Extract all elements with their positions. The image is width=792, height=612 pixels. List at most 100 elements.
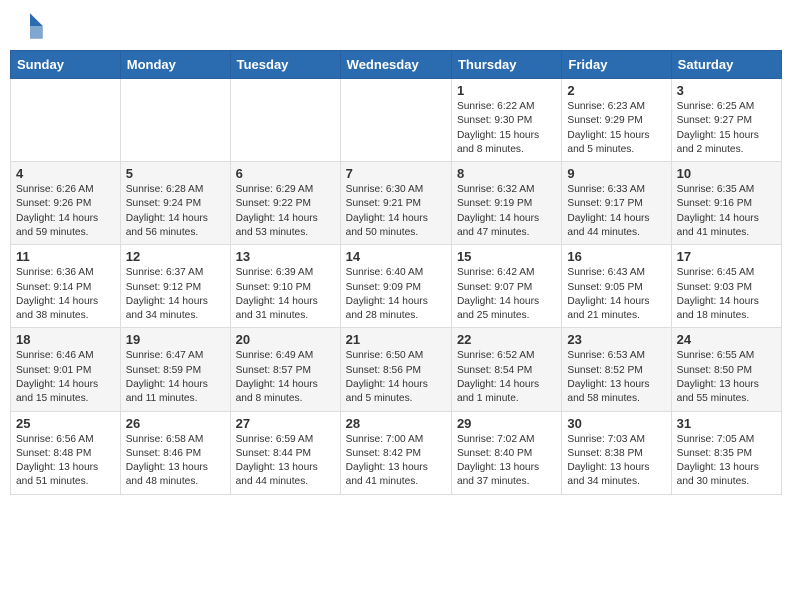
day-number: 29	[457, 416, 556, 431]
calendar-week-1: 1 Sunrise: 6:22 AM Sunset: 9:30 PM Daylig…	[11, 79, 782, 162]
day-number: 15	[457, 249, 556, 264]
calendar-cell: 28 Sunrise: 7:00 AM Sunset: 8:42 PM Dayli…	[340, 411, 451, 494]
day-number: 4	[16, 166, 115, 181]
calendar-cell: 22Sunrise: 6:52 AM Sunset: 8:54 PM Dayli…	[451, 328, 561, 411]
day-number: 7	[346, 166, 446, 181]
day-info: Sunrise: 6:26 AM Sunset: 9:26 PM Dayligh…	[16, 183, 115, 240]
day-info: Sunrise: 6:56 AM Sunset: 8:48 PM Dayligh…	[16, 433, 115, 490]
day-info: Sunrise: 6:23 AM Sunset: 9:29 PM Dayligh…	[567, 100, 665, 157]
day-number: 27	[236, 416, 335, 431]
weekday-header-wednesday: Wednesday	[340, 51, 451, 79]
day-number: 24	[677, 332, 776, 347]
calendar-cell: 31 Sunrise: 7:05 AM Sunset: 8:35 PM Dayli…	[671, 411, 781, 494]
day-info: Sunrise: 6:37 AM Sunset: 9:12 PM Dayligh…	[126, 266, 225, 323]
day-number: 31	[677, 416, 776, 431]
page-header	[10, 10, 782, 42]
calendar-cell: 6 Sunrise: 6:29 AM Sunset: 9:22 PM Daylig…	[230, 162, 340, 245]
day-info: Sunrise: 6:35 AM Sunset: 9:16 PM Dayligh…	[677, 183, 776, 240]
calendar-cell: 11 Sunrise: 6:36 AM Sunset: 9:14 PM Dayli…	[11, 245, 121, 328]
calendar-header-row: SundayMondayTuesdayWednesdayThursdayFrid…	[11, 51, 782, 79]
day-number: 1	[457, 83, 556, 98]
day-info: Sunrise: 6:59 AM Sunset: 8:44 PM Dayligh…	[236, 433, 335, 490]
day-info: Sunrise: 7:00 AM Sunset: 8:42 PM Dayligh…	[346, 433, 446, 490]
calendar-cell: 13Sunrise: 6:39 AM Sunset: 9:10 PM Dayli…	[230, 245, 340, 328]
calendar-week-4: 18 Sunrise: 6:46 AM Sunset: 9:01 PM Dayli…	[11, 328, 782, 411]
day-info: Sunrise: 6:50 AM Sunset: 8:56 PM Dayligh…	[346, 349, 446, 406]
day-info: Sunrise: 6:25 AM Sunset: 9:27 PM Dayligh…	[677, 100, 776, 157]
day-number: 20	[236, 332, 335, 347]
day-number: 25	[16, 416, 115, 431]
day-number: 30	[567, 416, 665, 431]
day-number: 2	[567, 83, 665, 98]
calendar-cell: 4 Sunrise: 6:26 AM Sunset: 9:26 PM Daylig…	[11, 162, 121, 245]
calendar-cell: 9Sunrise: 6:33 AM Sunset: 9:17 PM Daylig…	[562, 162, 671, 245]
day-number: 23	[567, 332, 665, 347]
day-info: Sunrise: 6:28 AM Sunset: 9:24 PM Dayligh…	[126, 183, 225, 240]
calendar-cell: 20 Sunrise: 6:49 AM Sunset: 8:57 PM Dayli…	[230, 328, 340, 411]
day-number: 28	[346, 416, 446, 431]
day-info: Sunrise: 6:49 AM Sunset: 8:57 PM Dayligh…	[236, 349, 335, 406]
calendar-week-2: 4 Sunrise: 6:26 AM Sunset: 9:26 PM Daylig…	[11, 162, 782, 245]
day-number: 19	[126, 332, 225, 347]
day-number: 14	[346, 249, 446, 264]
day-number: 26	[126, 416, 225, 431]
weekday-header-friday: Friday	[562, 51, 671, 79]
weekday-header-saturday: Saturday	[671, 51, 781, 79]
calendar-cell	[230, 79, 340, 162]
calendar-cell: 10 Sunrise: 6:35 AM Sunset: 9:16 PM Dayli…	[671, 162, 781, 245]
calendar-week-5: 25 Sunrise: 6:56 AM Sunset: 8:48 PM Dayli…	[11, 411, 782, 494]
day-number: 13	[236, 249, 335, 264]
day-number: 10	[677, 166, 776, 181]
calendar-cell: 23 Sunrise: 6:53 AM Sunset: 8:52 PM Dayli…	[562, 328, 671, 411]
day-info: Sunrise: 7:05 AM Sunset: 8:35 PM Dayligh…	[677, 433, 776, 490]
day-number: 8	[457, 166, 556, 181]
day-info: Sunrise: 7:02 AM Sunset: 8:40 PM Dayligh…	[457, 433, 556, 490]
day-number: 11	[16, 249, 115, 264]
day-number: 3	[677, 83, 776, 98]
day-info: Sunrise: 6:47 AM Sunset: 8:59 PM Dayligh…	[126, 349, 225, 406]
day-info: Sunrise: 7:03 AM Sunset: 8:38 PM Dayligh…	[567, 433, 665, 490]
day-info: Sunrise: 6:58 AM Sunset: 8:46 PM Dayligh…	[126, 433, 225, 490]
day-number: 6	[236, 166, 335, 181]
day-info: Sunrise: 6:52 AM Sunset: 8:54 PM Dayligh…	[457, 349, 556, 406]
day-info: Sunrise: 6:32 AM Sunset: 9:19 PM Dayligh…	[457, 183, 556, 240]
calendar-cell: 12 Sunrise: 6:37 AM Sunset: 9:12 PM Dayli…	[120, 245, 230, 328]
day-info: Sunrise: 6:30 AM Sunset: 9:21 PM Dayligh…	[346, 183, 446, 240]
calendar-table: SundayMondayTuesdayWednesdayThursdayFrid…	[10, 50, 782, 495]
calendar-cell: 7 Sunrise: 6:30 AM Sunset: 9:21 PM Daylig…	[340, 162, 451, 245]
day-info: Sunrise: 6:22 AM Sunset: 9:30 PM Dayligh…	[457, 100, 556, 157]
calendar-cell: 1 Sunrise: 6:22 AM Sunset: 9:30 PM Daylig…	[451, 79, 561, 162]
day-info: Sunrise: 6:53 AM Sunset: 8:52 PM Dayligh…	[567, 349, 665, 406]
calendar-cell: 14 Sunrise: 6:40 AM Sunset: 9:09 PM Dayli…	[340, 245, 451, 328]
day-info: Sunrise: 6:36 AM Sunset: 9:14 PM Dayligh…	[16, 266, 115, 323]
calendar-cell: 5 Sunrise: 6:28 AM Sunset: 9:24 PM Daylig…	[120, 162, 230, 245]
day-info: Sunrise: 6:45 AM Sunset: 9:03 PM Dayligh…	[677, 266, 776, 323]
day-info: Sunrise: 6:55 AM Sunset: 8:50 PM Dayligh…	[677, 349, 776, 406]
calendar-cell: 8 Sunrise: 6:32 AM Sunset: 9:19 PM Daylig…	[451, 162, 561, 245]
day-number: 16	[567, 249, 665, 264]
calendar-cell: 30 Sunrise: 7:03 AM Sunset: 8:38 PM Dayli…	[562, 411, 671, 494]
logo-icon	[14, 10, 46, 42]
calendar-cell	[11, 79, 121, 162]
weekday-header-thursday: Thursday	[451, 51, 561, 79]
calendar-cell: 15 Sunrise: 6:42 AM Sunset: 9:07 PM Dayli…	[451, 245, 561, 328]
day-info: Sunrise: 6:29 AM Sunset: 9:22 PM Dayligh…	[236, 183, 335, 240]
calendar-cell	[340, 79, 451, 162]
day-number: 17	[677, 249, 776, 264]
day-info: Sunrise: 6:40 AM Sunset: 9:09 PM Dayligh…	[346, 266, 446, 323]
calendar-cell: 21Sunrise: 6:50 AM Sunset: 8:56 PM Dayli…	[340, 328, 451, 411]
day-info: Sunrise: 6:46 AM Sunset: 9:01 PM Dayligh…	[16, 349, 115, 406]
calendar-cell: 19 Sunrise: 6:47 AM Sunset: 8:59 PM Dayli…	[120, 328, 230, 411]
calendar-cell: 2 Sunrise: 6:23 AM Sunset: 9:29 PM Daylig…	[562, 79, 671, 162]
calendar-cell: 25 Sunrise: 6:56 AM Sunset: 8:48 PM Dayli…	[11, 411, 121, 494]
calendar-week-3: 11 Sunrise: 6:36 AM Sunset: 9:14 PM Dayli…	[11, 245, 782, 328]
day-number: 5	[126, 166, 225, 181]
calendar-cell: 27 Sunrise: 6:59 AM Sunset: 8:44 PM Dayli…	[230, 411, 340, 494]
calendar-cell: 29 Sunrise: 7:02 AM Sunset: 8:40 PM Dayli…	[451, 411, 561, 494]
day-number: 12	[126, 249, 225, 264]
day-number: 18	[16, 332, 115, 347]
calendar-cell: 16Sunrise: 6:43 AM Sunset: 9:05 PM Dayli…	[562, 245, 671, 328]
calendar-cell: 26 Sunrise: 6:58 AM Sunset: 8:46 PM Dayli…	[120, 411, 230, 494]
day-info: Sunrise: 6:42 AM Sunset: 9:07 PM Dayligh…	[457, 266, 556, 323]
day-number: 9	[567, 166, 665, 181]
